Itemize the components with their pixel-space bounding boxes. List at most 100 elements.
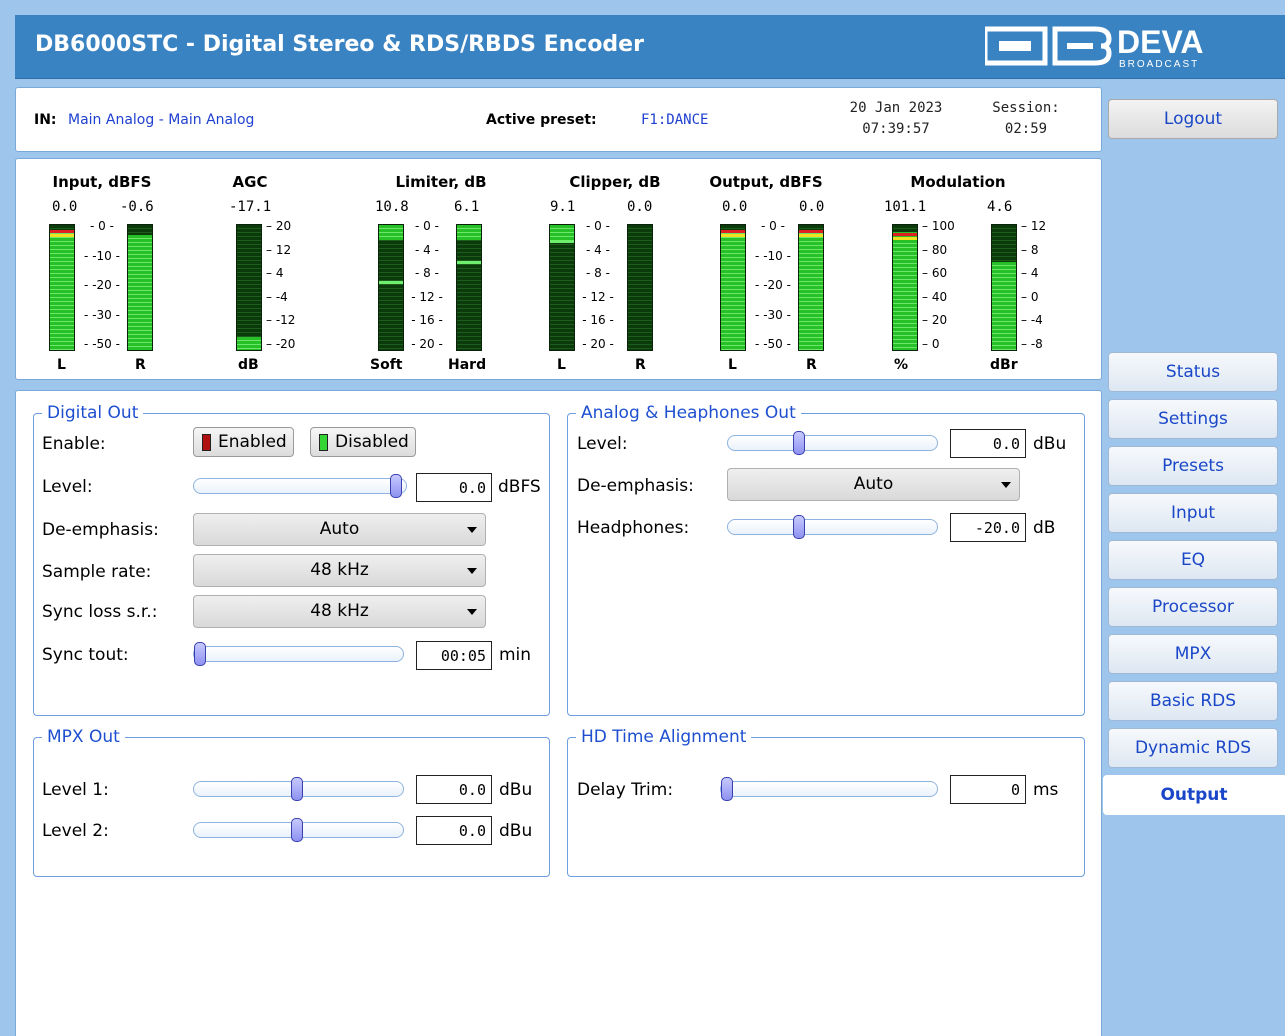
meter-warn [50,234,74,237]
modulation-scale-pct: – 100 – 80 – 60 – 40 – 20 – 0 [922,220,958,351]
menu-item-mpx[interactable]: MPX [1108,634,1278,674]
output-value-r: 0.0 [799,199,825,215]
slider-knob[interactable] [390,474,402,498]
scale-tick: – -8 [1021,337,1043,351]
disabled-button[interactable]: Disabled [310,427,416,457]
scale-tick: - -10 - [755,249,791,263]
scale-tick: - -20 - [84,278,120,292]
modulation-meter-title: Modulation [910,173,1006,191]
disabled-button-label: Disabled [335,432,409,452]
analog-level-input[interactable]: 0.0 [950,429,1026,458]
output-value-l: 0.0 [722,199,748,215]
sync-loss-sr-label: Sync loss s.r.: [42,602,158,622]
enabled-button[interactable]: Enabled [193,427,294,457]
limiter-label-hard: Hard [448,357,487,373]
output-meter-title: Output, dBFS [709,173,823,191]
mpx-level2-slider[interactable] [193,818,404,842]
logout-button[interactable]: Logout [1108,99,1278,139]
delay-trim-slider[interactable] [720,777,938,801]
headphones-slider[interactable] [727,515,938,539]
analog-deemphasis-select[interactable]: Auto [727,468,1020,501]
meter-clip [50,230,74,233]
scale-tick: – 60 [922,266,948,280]
clipper-label-r: R [635,357,646,373]
meter-fill [237,337,261,350]
slider-knob[interactable] [194,642,206,666]
agc-label: dB [238,357,259,373]
menu-item-status[interactable]: Status [1108,352,1278,392]
mpx-level2-input[interactable]: 0.0 [416,816,492,845]
mpx-level1-unit: dBu [499,780,533,800]
sample-rate-select[interactable]: 48 kHz [193,554,486,587]
deemphasis-label: De-emphasis: [42,520,159,540]
enable-label: Enable: [42,434,106,454]
scale-tick: – 0 [1021,290,1039,304]
menu-item-output[interactable]: Output [1103,775,1285,815]
mpx-level1-input[interactable]: 0.0 [416,775,492,804]
digital-level-slider[interactable] [193,474,407,498]
sync-loss-sr-select[interactable]: 48 kHz [193,595,486,628]
preset-value: F1:DANCE [641,112,709,128]
meter-warn [893,237,917,240]
scale-tick: – 4 [1021,266,1039,280]
menu-item-basic-rds[interactable]: Basic RDS [1108,681,1278,721]
select-value: Auto [319,519,360,539]
output-scale: - 0 - - -10 - - -20 - - -30 - - -50 - [755,220,791,351]
delay-trim-input[interactable]: 0 [950,775,1026,804]
sync-tout-input[interactable]: 00:05 [416,641,492,670]
disabled-led-icon [319,434,328,451]
hd-alignment-title: HD Time Alignment [576,726,752,748]
headphones-input[interactable]: -20.0 [950,513,1026,542]
scale-tick: - 0 - [586,219,610,233]
mpx-level1-slider[interactable] [193,777,404,801]
scale-tick: - 0 - [90,219,114,233]
menu-item-presets[interactable]: Presets [1108,446,1278,486]
digital-level-input[interactable]: 0.0 [416,473,492,502]
logo-subtext: BROADCAST [1119,59,1199,70]
menu-item-eq[interactable]: EQ [1108,540,1278,580]
limiter-meter-title: Limiter, dB [395,173,487,191]
agc-value: -17.1 [229,199,272,215]
session-label: Session: [992,100,1060,116]
slider-knob[interactable] [291,777,303,801]
hd-alignment-group: HD Time Alignment Delay Trim: 0 ms [567,726,1085,877]
info-bar: IN: Main Analog - Main Analog Active pre… [15,87,1102,152]
scale-tick: - 4 - [586,243,610,257]
digital-deemphasis-select[interactable]: Auto [193,513,486,546]
menu-item-settings[interactable]: Settings [1108,399,1278,439]
menu-item-dynamic-rds[interactable]: Dynamic RDS [1108,728,1278,768]
limiter-bar-soft [378,224,404,351]
meter-fill [992,262,1016,350]
scale-tick: – -4 [266,290,288,304]
mpx-out-title: MPX Out [42,726,125,748]
input-value-l: 0.0 [52,199,78,215]
scale-tick: – 20 [922,313,948,327]
dropdown-arrow-icon [467,527,477,533]
clipper-value-r: 0.0 [627,199,653,215]
slider-knob[interactable] [793,431,805,455]
scale-tick: - 16 - [411,313,443,327]
menu-item-processor[interactable]: Processor [1108,587,1278,627]
input-scale: - 0 - - -10 - - -20 - - -30 - - -50 - [84,220,120,351]
time: 07:39:57 [862,121,930,137]
mpx-level2-unit: dBu [499,821,533,841]
modulation-value-pct: 101.1 [884,199,927,215]
input-bar-r [127,224,153,351]
scale-tick: - -30 - [755,308,791,322]
slider-knob[interactable] [291,818,303,842]
mpx-out-group: MPX Out Level 1: 0.0 dBu Level 2: 0.0 dB… [33,726,550,877]
agc-bar [236,224,262,351]
slider-knob[interactable] [793,515,805,539]
limiter-scale: - 0 - - 4 - - 8 - - 12 - - 16 - - 20 - [409,220,445,351]
output-settings-panel: Digital Out Enable: Enabled Disabled Lev… [15,390,1102,1036]
analog-level-slider[interactable] [727,431,938,455]
clipper-label-l: L [557,357,566,373]
clipper-meter-title: Clipper, dB [569,173,661,191]
meters-panel: Input, dBFS 0.0 -0.6 - 0 - - -10 - - -20 -… [15,158,1102,380]
scale-tick: - -20 - [755,278,791,292]
scale-tick: – 4 [266,266,284,280]
slider-knob[interactable] [721,777,733,801]
meter-peak [550,240,574,243]
sync-tout-slider[interactable] [193,642,404,666]
menu-item-input[interactable]: Input [1108,493,1278,533]
